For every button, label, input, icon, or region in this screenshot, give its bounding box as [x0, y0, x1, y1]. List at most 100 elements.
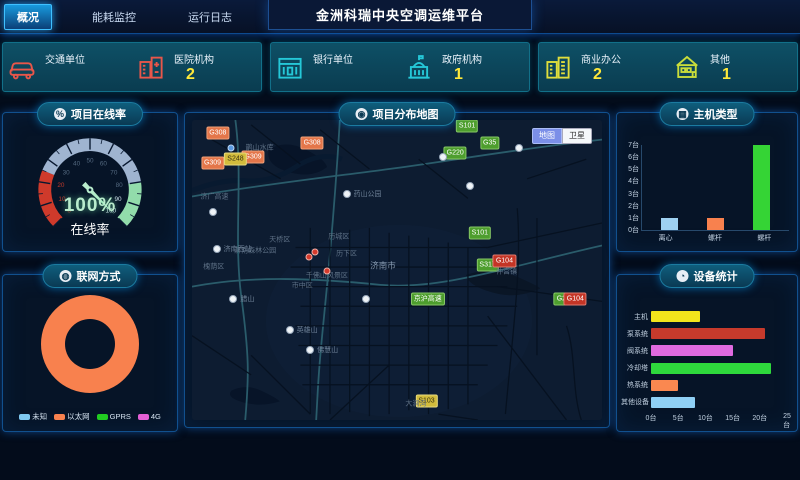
hospital-icon [136, 52, 166, 82]
legend-swatch [97, 414, 108, 420]
gauge-caption: 在线率 [3, 219, 177, 238]
map-area-label: 槐荫区 [203, 263, 224, 272]
tab-energy[interactable]: 能耗监控 [80, 5, 148, 29]
legend-swatch [54, 414, 65, 420]
host-type-bar-chart: 0台1台2台3台4台5台6台7台 离心螺杆螺杆 [621, 145, 789, 243]
legend-swatch [19, 414, 30, 420]
right-column: ▦ 主机类型 0台1台2台3台4台5台6台7台 离心螺杆螺杆 ◔ 设备统计 主机… [616, 100, 798, 480]
bank-icon [275, 52, 305, 82]
map-poi-marker [515, 144, 523, 152]
panel-title: 主机类型 [694, 106, 738, 122]
gauge-value: 100% [3, 195, 177, 217]
map-poi-marker: 济南西站 [213, 245, 221, 253]
bar-row: 主机 [621, 311, 787, 322]
pie-icon: ◔ [677, 270, 689, 282]
stat-value [313, 66, 353, 84]
stat-value: 1 [442, 66, 482, 84]
map-view-button[interactable]: 地图 [532, 128, 562, 144]
left-column: % 项目在线率 0102030405060708090100 100% 在线率 … [2, 100, 178, 480]
panel-title: 项目分布地图 [373, 106, 439, 122]
dashboard-body: % 项目在线率 0102030405060708090100 100% 在线率 … [2, 100, 798, 480]
bar [707, 218, 724, 230]
stat-traffic: 交通单位 [3, 43, 132, 91]
road-badge: G220 [444, 147, 467, 160]
tab-overview[interactable]: 概况 [4, 4, 52, 30]
map-area-label: 大涧沟 [405, 399, 426, 408]
map-area-label: 历城区 [328, 232, 349, 241]
svg-text:20: 20 [57, 182, 65, 189]
network-mode-panel: ◍ 联网方式 未知以太网GPRS4G [2, 274, 178, 432]
panel-header: % 项目在线率 [37, 102, 143, 126]
stat-government: 政府机构 1 [400, 43, 529, 91]
road-badge: 京沪高速 [411, 292, 445, 305]
road-badge: S101 [469, 226, 491, 239]
bar [753, 145, 770, 230]
stat-value: 2 [174, 66, 214, 84]
map-dot-marker [228, 144, 235, 151]
stat-label: 交通单位 [45, 51, 85, 66]
device-stats-bar-chart: 主机泵系统阀系统冷却塔热系统其他设备 0台5台10台15台20台25台 [621, 311, 787, 423]
svg-text:30: 30 [63, 170, 71, 177]
legend-swatch [138, 414, 149, 420]
map-area-label: 济广高速 [201, 192, 229, 201]
stat-other: 其他 1 [668, 43, 797, 91]
network-legend: 未知以太网GPRS4G [3, 411, 177, 422]
house-icon [672, 52, 702, 82]
panel-header: ▦ 主机类型 [660, 102, 755, 126]
road-badge: S248 [224, 153, 246, 166]
bar [661, 218, 678, 230]
map-poi-marker: 药山公园 [343, 190, 351, 198]
map-dot-marker [306, 254, 313, 261]
machine-icon: ▦ [677, 108, 689, 120]
stat-value: 2 [581, 66, 621, 84]
tab-run-log[interactable]: 运行日志 [176, 5, 244, 29]
map-area-label: 天桥区 [269, 235, 290, 244]
stats-row: 交通单位 医院机构 2 银行单位 [0, 34, 800, 92]
network-donut-chart [41, 295, 139, 393]
top-nav: 概况 能耗监控 运行日志 项目列表 视频监控 金洲科瑞中央空调运维平台 [0, 0, 800, 34]
map-type-switch: 地图 卫星 [532, 128, 592, 144]
map-poi-marker [362, 295, 370, 303]
legend-item: GPRS [97, 412, 131, 421]
center-column: ◉ 项目分布地图 [184, 100, 610, 480]
stat-office: 商业办公 2 [539, 43, 668, 91]
satellite-view-button[interactable]: 卫星 [562, 128, 592, 144]
legend-item: 4G [138, 412, 161, 421]
map-poi-marker [209, 208, 217, 216]
map-dot-marker [312, 249, 319, 256]
road-badge: G104 [493, 255, 516, 268]
device-stats-panel: ◔ 设备统计 主机泵系统阀系统冷却塔热系统其他设备 0台5台10台15台20台2… [616, 274, 798, 432]
svg-text:40: 40 [73, 161, 81, 168]
map-poi-marker [439, 153, 447, 161]
panel-title: 联网方式 [77, 268, 121, 284]
stat-label: 商业办公 [581, 51, 621, 66]
bar-row: 热系统 [621, 380, 787, 391]
map-area-label: 市中区 [292, 281, 313, 290]
stat-label: 医院机构 [174, 51, 214, 66]
stat-value: 1 [710, 66, 731, 84]
stat-hospital: 医院机构 2 [132, 43, 261, 91]
stat-value [45, 66, 85, 84]
panel-header: ◔ 设备统计 [660, 264, 755, 288]
stat-label: 其他 [710, 51, 731, 66]
map-poi-marker: 腊山 [229, 295, 237, 303]
panel-title: 设备统计 [694, 268, 738, 284]
bar-row: 阀系统 [621, 345, 787, 356]
page-title: 金洲科瑞中央空调运维平台 [268, 0, 532, 30]
panel-header: ◍ 联网方式 [43, 264, 138, 288]
project-map-panel: ◉ 项目分布地图 [184, 112, 610, 428]
stats-card-yellow: 商业办公 2 其他 1 [538, 42, 798, 92]
stat-label: 政府机构 [442, 51, 482, 66]
road-badge: G104 [564, 293, 587, 306]
map-poi-marker [466, 182, 474, 190]
host-type-panel: ▦ 主机类型 0台1台2台3台4台5台6台7台 离心螺杆螺杆 [616, 112, 798, 252]
map-canvas[interactable]: G308G309G308G309S101G35G220S101S317京沪高速G… [192, 120, 602, 420]
government-icon [404, 52, 434, 82]
map-poi-marker: 英雄山 [286, 326, 294, 334]
location-icon: ◉ [356, 108, 368, 120]
map-area-label: 历下区 [336, 250, 357, 259]
legend-item: 以太网 [54, 411, 90, 422]
stats-card-red: 交通单位 医院机构 2 [2, 42, 262, 92]
map-poi-marker: 佛慧山 [306, 346, 314, 354]
map-area-label: 济南森林公园 [234, 246, 276, 255]
